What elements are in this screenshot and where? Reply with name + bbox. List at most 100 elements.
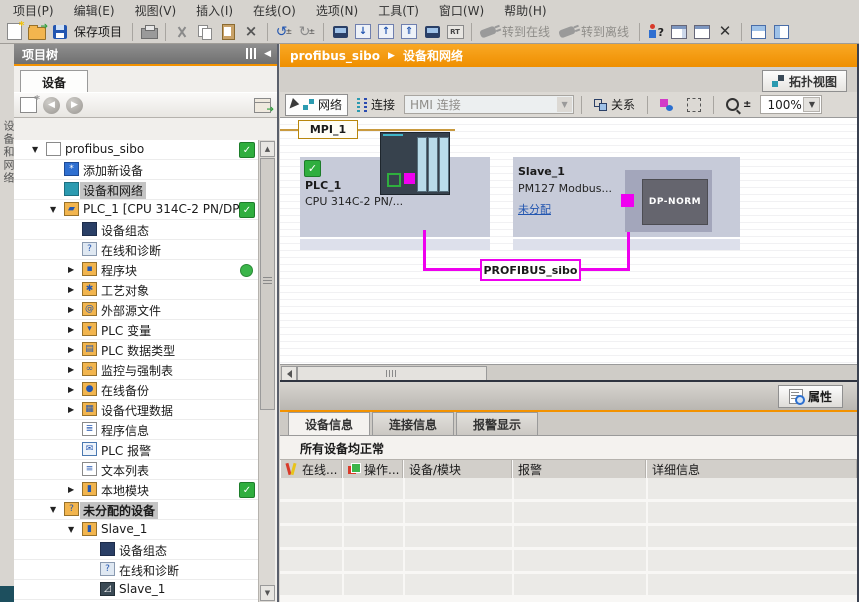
tab-devices[interactable]: 设备	[20, 70, 88, 93]
topology-view-button[interactable]: 拓扑视图	[762, 70, 847, 92]
tree-item[interactable]: ?在线和诊断	[14, 240, 261, 260]
new-project-button[interactable]: *	[4, 22, 24, 42]
cross-references-button[interactable]: ✕	[715, 22, 735, 42]
new-item-icon[interactable]: *	[20, 97, 37, 113]
expand-arrow-icon[interactable]: ▶	[68, 485, 74, 494]
tree-item[interactable]: ▶▦设备代理数据	[14, 400, 261, 420]
expand-arrow-icon[interactable]: ▶	[68, 365, 74, 374]
side-tab-label[interactable]: 设备和网络	[0, 120, 15, 185]
tree-item[interactable]: ▼profibus_sibo✓	[14, 140, 261, 160]
cpu-module-graphic[interactable]	[380, 132, 450, 195]
properties-button[interactable]: 属性	[778, 385, 843, 408]
inspector-tab[interactable]: 报警显示	[456, 412, 538, 435]
expand-arrow-icon[interactable]: ▶	[68, 405, 74, 414]
expand-arrow-icon[interactable]: ▶	[68, 345, 74, 354]
slave-name[interactable]: Slave_1	[518, 165, 565, 178]
tree-item[interactable]: ▶✱工艺对象	[14, 280, 261, 300]
collapse-arrow-icon[interactable]: ▼	[68, 525, 74, 534]
tree-item[interactable]: ▼▮Slave_1	[14, 520, 261, 540]
tree-item[interactable]: ◿Slave_1	[14, 580, 261, 600]
mpi-subnet-label[interactable]: MPI_1	[298, 120, 358, 139]
paste-button[interactable]	[218, 22, 238, 42]
split-horizontal-button[interactable]	[748, 22, 768, 42]
go-offline-label[interactable]: 转到离线	[581, 23, 629, 40]
runtime-button[interactable]: RT	[445, 22, 465, 42]
download-to-device-button[interactable]: ↓	[353, 22, 373, 42]
redo-dropdown-icon[interactable]: ±	[309, 27, 316, 36]
slave-dp-port-icon[interactable]	[621, 194, 634, 207]
start-cpu-button[interactable]	[669, 22, 689, 42]
cpu-dp-port-icon[interactable]	[404, 173, 415, 184]
scroll-down-icon[interactable]: ▼	[260, 585, 275, 601]
connection-type-select[interactable]: HMI 连接 ▼	[404, 95, 574, 114]
tree-item[interactable]: ▶▤PLC 数据类型	[14, 340, 261, 360]
plc-name[interactable]: PLC_1	[305, 179, 341, 192]
diagram-view-icon[interactable]	[254, 98, 271, 113]
tree-item[interactable]: ?在线和诊断	[14, 560, 261, 580]
navigate-forward-icon[interactable]: ▶	[66, 97, 83, 114]
save-project-button[interactable]	[50, 22, 70, 42]
table-column-header[interactable]: 报警	[512, 460, 646, 479]
split-vertical-button[interactable]	[771, 22, 791, 42]
menu-item[interactable]: 项目(P)	[4, 1, 63, 20]
collapse-arrow-icon[interactable]: ▼	[50, 505, 56, 514]
dropdown-arrow-icon[interactable]: ▼	[557, 97, 572, 112]
table-column-header[interactable]: 设备/模块	[403, 460, 512, 479]
save-project-label[interactable]: 保存项目	[74, 23, 122, 40]
tree-item[interactable]: 设备组态	[14, 540, 261, 560]
menu-item[interactable]: 窗口(W)	[430, 1, 493, 20]
inspector-tab[interactable]: 连接信息	[372, 412, 454, 435]
tree-item[interactable]: 设备和网络	[14, 180, 261, 200]
zoom-button[interactable]: ±	[721, 95, 756, 115]
zoom-dropdown-arrow-icon[interactable]: ▼	[803, 97, 820, 112]
expand-arrow-icon[interactable]: ▶	[68, 385, 74, 394]
profibus-line-plc[interactable]	[423, 230, 426, 270]
collapse-panel-icon[interactable]: ◀	[264, 49, 271, 59]
show-catalog-button[interactable]	[330, 22, 350, 42]
tree-item[interactable]: ▶▪程序块	[14, 260, 261, 280]
profibus-subnet-label[interactable]: PROFIBUS_sibo	[480, 259, 581, 281]
tree-item[interactable]: ▶▮本地模块✓	[14, 480, 261, 500]
horizontal-scrollbar[interactable]	[280, 364, 857, 381]
cut-button[interactable]	[172, 22, 192, 42]
connections-mode-button[interactable]: 连接	[352, 95, 400, 115]
zoom-fit-icon[interactable]: ±	[743, 99, 751, 110]
upload-all-button[interactable]: ⇑	[399, 22, 419, 42]
slave-module-graphic[interactable]: DP-NORM	[625, 170, 712, 232]
collapse-arrow-icon[interactable]: ▼	[32, 145, 38, 154]
expand-arrow-icon[interactable]: ▶	[68, 285, 74, 294]
scroll-left-icon[interactable]	[281, 366, 297, 381]
tree-item[interactable]: ▶▾PLC 变量	[14, 320, 261, 340]
collapse-arrow-icon[interactable]: ▼	[50, 205, 56, 214]
undo-button[interactable]: ↺±	[274, 22, 294, 42]
menu-item[interactable]: 视图(V)	[126, 1, 186, 20]
zoom-level-select[interactable]: 100% ▼	[760, 95, 822, 114]
menu-item[interactable]: 插入(I)	[187, 1, 242, 20]
delete-button[interactable]: ×	[241, 22, 261, 42]
table-column-header[interactable]: 操作...	[342, 460, 403, 479]
menu-item[interactable]: 在线(O)	[244, 1, 305, 20]
print-button[interactable]	[139, 22, 159, 42]
accessible-devices-button[interactable]: ?	[646, 22, 666, 42]
relations-button[interactable]: 关系	[589, 95, 640, 115]
go-online-button[interactable]	[478, 22, 498, 42]
table-column-header[interactable]: 详细信息	[646, 460, 857, 479]
tree-item[interactable]: ≡文本列表	[14, 460, 261, 480]
table-column-header[interactable]: 在线...	[280, 460, 342, 479]
cpu-pn-port-icon[interactable]	[387, 173, 401, 187]
tree-item[interactable]: ▶∞监控与强制表	[14, 360, 261, 380]
show-addresses-button[interactable]	[655, 95, 678, 115]
tree-scrollbar-thumb[interactable]	[260, 158, 275, 410]
redo-button[interactable]: ↻±	[297, 22, 317, 42]
network-mode-button[interactable]: 网络	[285, 94, 348, 116]
tree-item[interactable]: 设备组态	[14, 220, 261, 240]
slave-unassigned-link[interactable]: 未分配	[518, 201, 551, 217]
copy-button[interactable]	[195, 22, 215, 42]
tree-item[interactable]: *添加新设备	[14, 160, 261, 180]
select-area-button[interactable]	[682, 95, 706, 115]
open-project-button[interactable]: ➔	[27, 22, 47, 42]
tree-item[interactable]: ▶@外部源文件	[14, 300, 261, 320]
expand-arrow-icon[interactable]: ▶	[68, 305, 74, 314]
go-offline-button[interactable]	[557, 22, 577, 42]
upload-from-device-button[interactable]: ↑	[376, 22, 396, 42]
